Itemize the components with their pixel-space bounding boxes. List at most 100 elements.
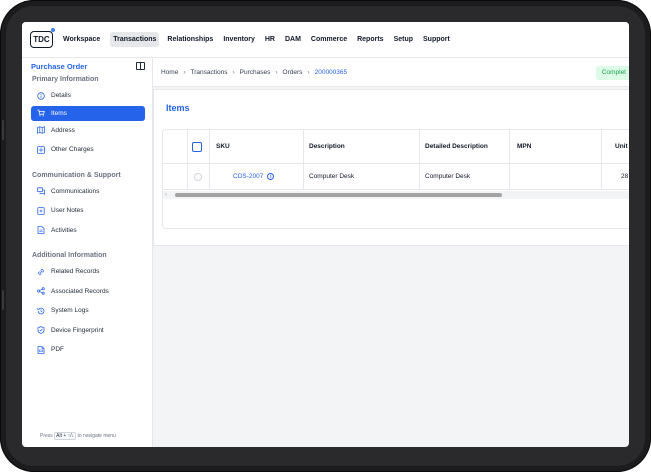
- sidebar-item-user-notes[interactable]: User Notes: [22, 201, 152, 221]
- info-icon: [37, 92, 45, 100]
- logo-dot: [51, 28, 55, 32]
- description-cell: Computer Desk: [309, 173, 355, 180]
- sidebar-item-pdf[interactable]: PDF: [22, 340, 152, 360]
- scroll-left-arrow-icon[interactable]: ‹: [165, 191, 167, 199]
- sidebar-item-label: Associated Records: [51, 287, 109, 295]
- sidebar-item-address[interactable]: Address: [22, 121, 152, 141]
- column-divider: [303, 130, 304, 163]
- sidebar-item-label: Activities: [51, 226, 77, 234]
- nav-item-setup[interactable]: Setup: [394, 36, 413, 43]
- items-table: SKU Description Detailed Description MPN…: [162, 129, 629, 229]
- history-icon: [37, 307, 45, 315]
- sku-cell: CDS-2007 i: [233, 164, 275, 189]
- section-title-primary: Primary Information: [32, 76, 99, 83]
- column-divider: [303, 164, 304, 189]
- sidebar: Purchase Order Primary Information Detai…: [22, 58, 153, 447]
- activity-icon: [37, 226, 45, 235]
- chat-icon: [37, 187, 45, 196]
- hint-prefix: Press: [40, 433, 53, 439]
- section-title-additional: Additional Information: [32, 252, 107, 259]
- sidebar-footer-hint: Press Alt + ↑/↓ to navigate menu: [22, 425, 153, 447]
- sidebar-item-system-logs[interactable]: System Logs: [22, 301, 152, 321]
- nav-item-transactions[interactable]: Transactions: [110, 32, 160, 47]
- breadcrumb-order-number: 200000365: [314, 68, 348, 76]
- column-divider: [601, 164, 602, 189]
- cart-icon: [37, 109, 45, 117]
- sidebar-item-label: Other Charges: [51, 146, 94, 154]
- column-divider: [601, 130, 602, 163]
- horizontal-scrollbar[interactable]: ‹: [163, 191, 629, 199]
- main-content: Home › Transactions › Purchases › Orders…: [153, 58, 629, 447]
- chevron-right-icon: ›: [183, 68, 186, 76]
- nav-item-hr[interactable]: HR: [265, 36, 275, 43]
- sidebar-item-label: Address: [51, 126, 75, 134]
- column-header-detailed-description[interactable]: Detailed Description: [425, 130, 488, 163]
- nav-item-support[interactable]: Support: [423, 36, 450, 43]
- sidebar-item-device-fingerprint[interactable]: Device Fingerprint: [22, 321, 152, 341]
- nav-item-reports[interactable]: Reports: [357, 36, 383, 43]
- scrollbar-thumb[interactable]: [175, 193, 502, 197]
- column-divider: [187, 130, 188, 163]
- breadcrumb-purchases[interactable]: Purchases: [240, 69, 271, 76]
- column-header-description[interactable]: Description: [309, 130, 345, 163]
- column-header-unit-price[interactable]: Unit P: [615, 130, 629, 163]
- nav-item-workspace[interactable]: Workspace: [63, 36, 100, 43]
- breadcrumb: Home › Transactions › Purchases › Orders…: [153, 58, 629, 87]
- sidebar-item-activities[interactable]: Activities: [22, 221, 152, 241]
- select-all-checkbox-cell: [192, 130, 202, 163]
- sidebar-item-communications[interactable]: Communications: [22, 182, 152, 202]
- chevron-right-icon: ›: [275, 68, 278, 76]
- column-divider: [187, 164, 188, 189]
- column-divider: [419, 164, 420, 189]
- sidebar-item-label: Details: [51, 92, 71, 100]
- table-row[interactable]: CDS-2007 i Computer Desk Computer Desk 2…: [163, 164, 629, 190]
- column-divider: [419, 130, 420, 163]
- sidebar-header: Purchase Order: [22, 58, 152, 74]
- sidebar-item-label: Items: [51, 109, 67, 117]
- collapse-sidebar-icon[interactable]: [136, 62, 145, 70]
- screen: TDC Workspace Transactions Relationships…: [22, 22, 629, 447]
- pdf-icon: [37, 345, 45, 354]
- table-header-row: SKU Description Detailed Description MPN…: [163, 130, 629, 164]
- chevron-right-icon: ›: [307, 68, 310, 76]
- items-card: Items SKU Description Detailed Descripti…: [153, 89, 629, 246]
- column-divider: [209, 130, 210, 163]
- side-button-bottom: [2, 290, 4, 310]
- info-icon[interactable]: i: [267, 173, 275, 180]
- nav-item-inventory[interactable]: Inventory: [223, 36, 255, 43]
- charges-icon: [37, 145, 45, 154]
- sidebar-item-related-records[interactable]: Related Records: [22, 262, 152, 282]
- top-navigation: TDC Workspace Transactions Relationships…: [22, 22, 629, 58]
- unit-price-cell: 28: [621, 173, 629, 180]
- side-button-top: [2, 120, 4, 140]
- chevron-right-icon: ›: [232, 68, 235, 76]
- shield-icon: [37, 326, 45, 335]
- tdc-logo[interactable]: TDC: [30, 28, 55, 48]
- column-header-sku[interactable]: SKU: [216, 130, 230, 163]
- sidebar-item-other-charges[interactable]: Other Charges: [22, 140, 152, 160]
- sidebar-title: Purchase Order: [31, 61, 88, 71]
- breadcrumb-transactions[interactable]: Transactions: [191, 69, 228, 76]
- select-all-checkbox[interactable]: [192, 141, 202, 152]
- keyboard-shortcut: Alt + ↑/↓: [54, 432, 77, 440]
- note-icon: [37, 206, 45, 215]
- column-header-mpn[interactable]: MPN: [517, 130, 531, 163]
- hint-suffix: to navigate menu: [77, 433, 116, 439]
- sidebar-item-associated-records[interactable]: Associated Records: [22, 282, 152, 302]
- row-checkbox-cell: [194, 164, 202, 189]
- sku-link[interactable]: CDS-2007: [233, 173, 263, 180]
- items-section-title: Items: [166, 103, 190, 113]
- sidebar-item-label: Related Records: [51, 268, 100, 276]
- nav-item-commerce[interactable]: Commerce: [311, 36, 347, 43]
- breadcrumb-orders[interactable]: Orders: [283, 69, 303, 76]
- row-checkbox[interactable]: [194, 172, 202, 181]
- breadcrumb-home[interactable]: Home: [161, 69, 178, 76]
- sidebar-item-details[interactable]: Details: [22, 86, 152, 106]
- nav-item-relationships[interactable]: Relationships: [167, 36, 213, 43]
- column-divider: [509, 130, 510, 163]
- column-divider: [509, 164, 510, 189]
- sidebar-item-items[interactable]: Items: [31, 105, 145, 121]
- map-icon: [37, 126, 45, 135]
- nav-item-dam[interactable]: DAM: [285, 36, 301, 43]
- associated-icon: [37, 287, 45, 295]
